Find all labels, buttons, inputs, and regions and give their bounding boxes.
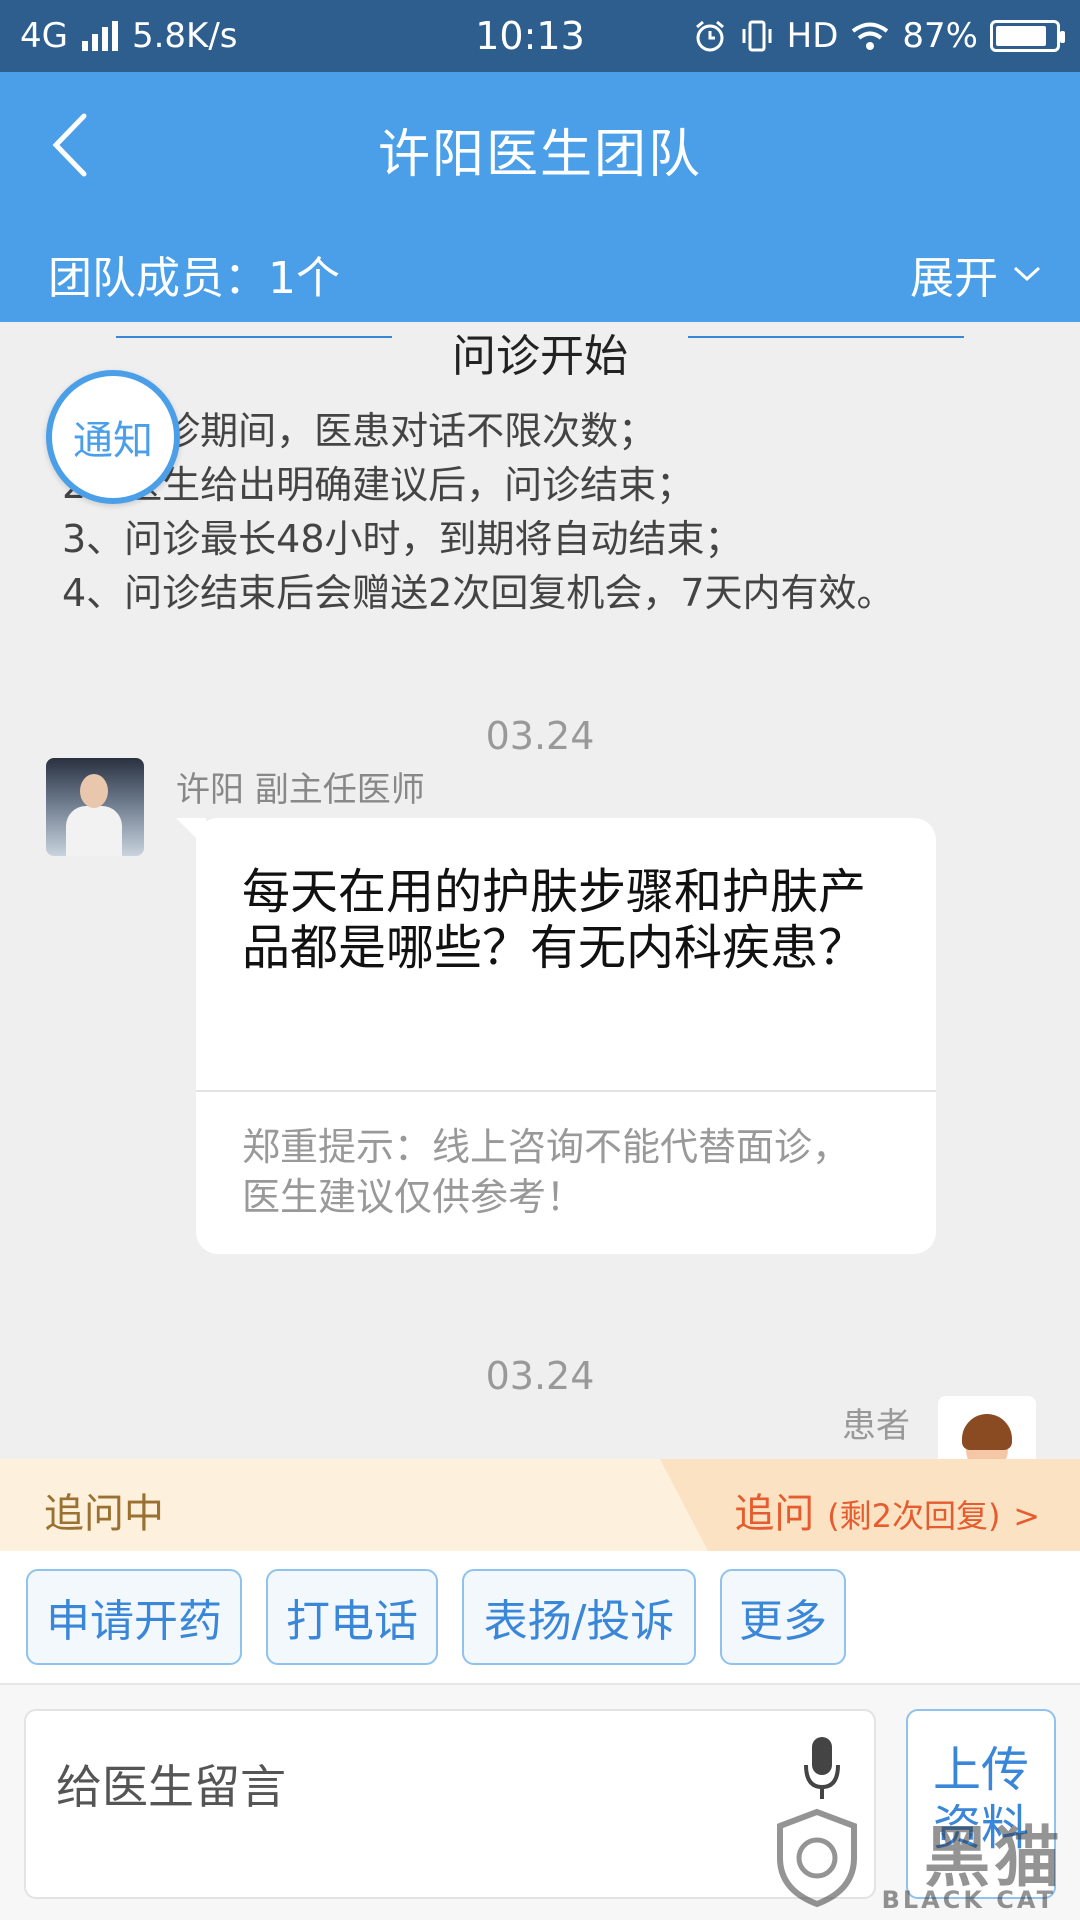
team-members-count: 团队成员：1个 [48,253,340,304]
expand-button[interactable]: 展开 [910,242,1042,306]
message-date: 03.24 [485,1354,595,1398]
expand-label: 展开 [910,253,998,304]
chevron-down-icon [1013,266,1041,282]
page-title: 许阳医生团队 [377,125,702,185]
chat-area[interactable]: 问诊开始 1、问诊期间，医患对话不限次数； 2、医生给出明确建议后，问诊结束； … [0,322,1080,1459]
notice-list: 1、问诊期间，医患对话不限次数； 2、医生给出明确建议后，问诊结束； 3、问诊最… [62,404,895,620]
more-button[interactable]: 更多 [720,1569,846,1665]
wifi-icon [852,22,889,50]
upload-label-line1: 上传 [932,1742,1029,1798]
message-date: 03.24 [485,714,595,758]
clock: 10:13 [475,14,585,58]
header: 许阳医生团队 团队成员：1个 展开 [0,72,1080,322]
battery-fill [996,26,1047,46]
doctor-message-text: 每天在用的护肤步骤和护肤产品都是哪些？有无内科疾患？ [242,864,867,976]
watermark: 黑猫 BLACK CAT [774,1804,1074,1914]
watermark-subtext: BLACK CAT [881,1886,1056,1914]
notice-line: 1、问诊期间，医患对话不限次数； [62,409,657,453]
doctor-name: 许阳 副主任医师 [176,770,425,810]
bubble-divider [196,1090,936,1092]
message-input[interactable]: 给医生留言 [24,1709,876,1899]
consultation-start-title: 问诊开始 [452,331,628,382]
network-speed: 5.8K/s [131,16,238,56]
notice-line: 2、医生给出明确建议后，问诊结束； [62,463,695,507]
network-type: 4G [20,16,68,56]
message-placeholder: 给医生留言 [56,1760,286,1814]
call-button[interactable]: 打电话 [266,1569,438,1665]
cat-shield-logo-icon [777,1808,857,1908]
doctor-avatar[interactable] [46,758,144,856]
microphone-icon[interactable] [802,1735,842,1805]
followup-button[interactable]: 追问 (剩2次回复) > [734,1481,1040,1539]
followup-remaining: (剩2次回复) [827,1497,1001,1535]
followup-label: 追问 [734,1491,815,1537]
alarm-icon [695,20,724,52]
battery-percent: 87% [902,16,978,56]
followup-arrow-icon: > [1013,1497,1040,1535]
followup-status: 追问中 [44,1491,164,1537]
battery-icon [990,20,1065,52]
vibrate-icon [742,20,772,52]
doctor-message-bubble[interactable]: 每天在用的护肤步骤和护肤产品都是哪些？有无内科疾患？ 郑重提示：线上咨询不能代替… [176,818,936,1254]
notify-badge[interactable]: 通知 [46,370,180,504]
notice-line: 4、问诊结束后会赠送2次回复机会，7天内有效。 [62,571,895,615]
signal-icon [81,21,118,51]
request-prescription-button[interactable]: 申请开药 [26,1569,242,1665]
action-bar: 申请开药 打电话 表扬/投诉 更多 [0,1551,1080,1683]
patient-avatar[interactable] [938,1396,1036,1459]
praise-complaint-button[interactable]: 表扬/投诉 [462,1569,696,1665]
followup-status-bar: 追问中 追问 (剩2次回复) > [0,1459,1080,1551]
hd-indicator: HD [786,16,839,56]
disclaimer-text: 郑重提示：线上咨询不能代替面诊，医生建议仅供参考！ [242,1125,851,1219]
notice-line: 3、问诊最长48小时，到期将自动结束； [62,517,743,561]
patient-label: 患者 [842,1406,910,1446]
status-bar: 4G 5.8K/s 10:13 HD 87% [0,0,1080,72]
